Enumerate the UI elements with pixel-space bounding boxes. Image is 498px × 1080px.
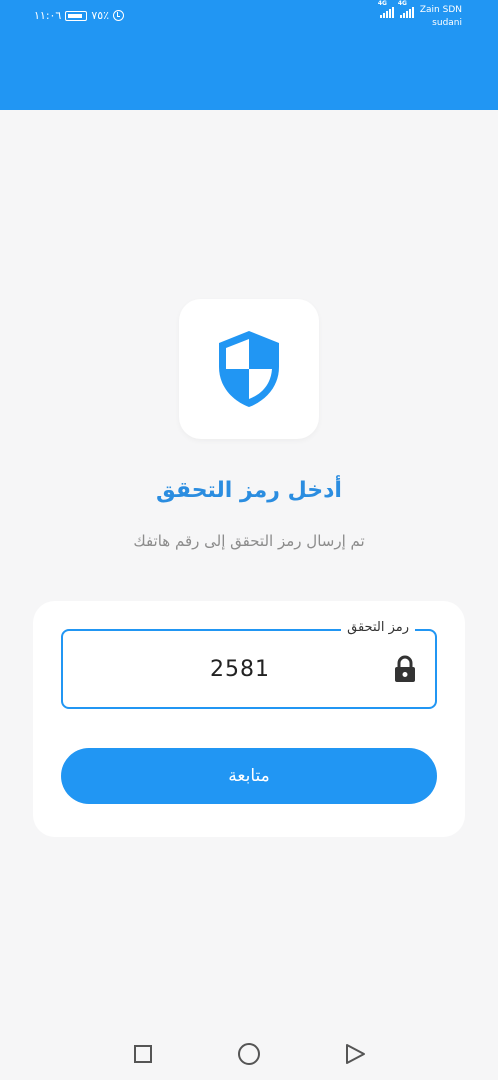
signal-icon: 4G xyxy=(398,0,414,18)
network-type: 4G xyxy=(377,0,387,7)
shield-icon xyxy=(219,331,279,407)
status-right: 4G 4G Zain SDN sudani xyxy=(378,0,462,30)
navigation-bar xyxy=(0,1028,498,1080)
carrier-name: Zain SDN xyxy=(419,5,462,15)
verification-card: رمز التحقق 2581 متابعة xyxy=(33,601,465,837)
signal-icon: 4G xyxy=(378,0,394,18)
square-icon[interactable] xyxy=(134,1045,152,1063)
verification-code-field[interactable]: رمز التحقق 2581 xyxy=(61,620,437,709)
battery-percent: ٧٥٪ xyxy=(91,9,110,22)
battery-icon xyxy=(65,10,88,21)
page-subtitle: تم إرسال رمز التحقق إلى رقم هاتفك xyxy=(133,532,365,550)
continue-button[interactable]: متابعة xyxy=(61,748,437,804)
page-title: أدخل رمز التحقق xyxy=(156,478,342,503)
status-bar: ١١:٠٦ ٧٥٪ 4G 4G Zain SDN sudani xyxy=(0,0,498,34)
shield-tile xyxy=(179,299,319,439)
verification-code-input[interactable]: 2581 xyxy=(63,631,435,707)
triangle-back-icon[interactable] xyxy=(344,1043,366,1065)
carrier-info: Zain SDN sudani xyxy=(420,4,462,30)
status-time: ١١:٠٦ xyxy=(34,9,62,22)
alarm-icon xyxy=(113,10,125,21)
status-left: ١١:٠٦ ٧٥٪ xyxy=(34,9,125,22)
lock-icon xyxy=(395,655,415,682)
circle-icon[interactable] xyxy=(238,1043,260,1065)
carrier-name: sudani xyxy=(432,18,462,28)
network-type: 4G xyxy=(397,0,407,7)
